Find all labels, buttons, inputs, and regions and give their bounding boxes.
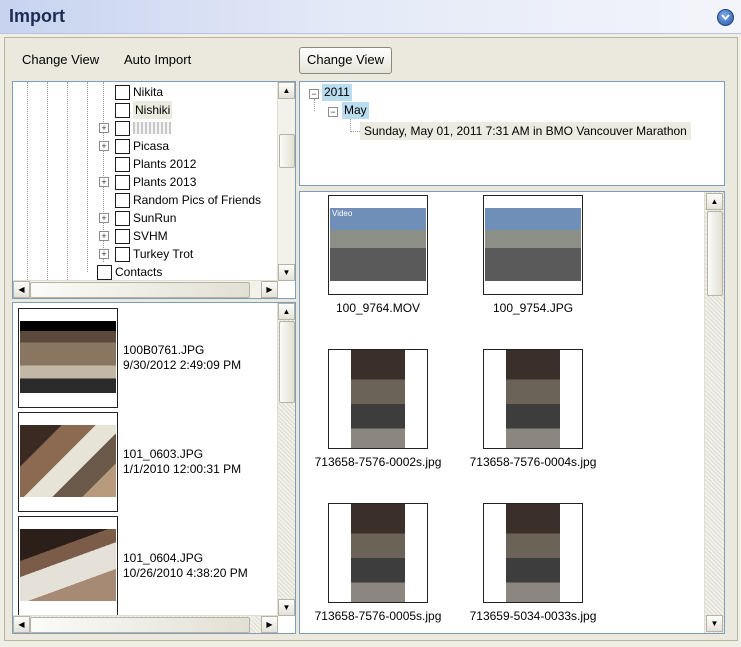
scroll-right-icon[interactable]: ▶ xyxy=(261,616,278,633)
folder-label: Turkey Trot xyxy=(133,247,194,261)
file-thumbnail[interactable] xyxy=(18,308,118,408)
change-view-button-right[interactable]: Change View xyxy=(299,47,392,74)
folder-checkbox[interactable] xyxy=(115,157,130,172)
auto-import-button[interactable]: Auto Import xyxy=(124,52,191,67)
folder-label: SVHM xyxy=(133,229,168,243)
expand-icon[interactable]: + xyxy=(99,141,109,151)
gallery-vscroll[interactable]: ▲ ▼ xyxy=(704,192,724,633)
window-title: Import xyxy=(9,6,65,26)
folder-checkbox[interactable] xyxy=(115,85,130,100)
file-thumbnail[interactable] xyxy=(18,516,118,616)
scroll-left-icon[interactable]: ◀ xyxy=(13,616,30,633)
folder-checkbox[interactable] xyxy=(115,229,130,244)
folder-label: Contacts xyxy=(115,265,163,279)
gallery-thumbnail[interactable] xyxy=(328,349,428,449)
folder-label: Nikita xyxy=(133,85,164,99)
gallery-thumbnail[interactable]: Video xyxy=(328,195,428,295)
file-name: 100B0761.JPG xyxy=(123,343,205,357)
date-tree-event[interactable]: Sunday, May 01, 2011 7:31 AM in BMO Vanc… xyxy=(360,122,691,140)
thumbnail-gallery: Video 100_9764.MOV 100_9754.JPG 713658-7576… xyxy=(299,191,725,634)
scroll-down-icon[interactable]: ▼ xyxy=(278,264,295,281)
expand-icon[interactable]: + xyxy=(99,249,109,259)
scroll-thumb[interactable] xyxy=(279,134,295,168)
file-date: 10/26/2010 4:38:20 PM xyxy=(123,566,248,580)
folder-checkbox[interactable] xyxy=(115,211,130,226)
gallery-thumbnail[interactable] xyxy=(328,503,428,603)
folder-checkbox[interactable] xyxy=(115,175,130,190)
folder-checkbox[interactable] xyxy=(115,103,130,118)
expand-icon[interactable]: + xyxy=(99,177,109,187)
folder-label: Picasa xyxy=(133,139,170,153)
scroll-down-icon[interactable]: ▼ xyxy=(706,615,723,632)
folder-tree-hscroll[interactable]: ◀ ▶ xyxy=(13,280,278,298)
file-thumbnail[interactable] xyxy=(18,412,118,512)
expand-icon[interactable]: + xyxy=(99,213,109,223)
blurred-label xyxy=(133,122,171,134)
gallery-caption: 713658-7576-0005s.jpg xyxy=(314,609,442,623)
collapse-icon[interactable]: − xyxy=(328,107,338,117)
scroll-thumb[interactable] xyxy=(30,617,250,633)
file-list-hscroll[interactable]: ◀ ▶ xyxy=(13,615,278,633)
folder-checkbox[interactable] xyxy=(115,139,130,154)
file-name: 101_0603.JPG xyxy=(123,447,204,461)
folder-checkbox[interactable] xyxy=(115,193,130,208)
date-tree-year[interactable]: 2011 xyxy=(322,84,352,101)
expand-icon[interactable]: + xyxy=(99,231,109,241)
scroll-thumb[interactable] xyxy=(707,211,723,296)
folder-label: Nishiki xyxy=(133,101,173,119)
gallery-thumbnail[interactable] xyxy=(483,349,583,449)
title-bar: Import xyxy=(0,0,741,34)
folder-tree: Nikita Nishiki + + Picasa Plants 2012 + Plants … xyxy=(12,81,296,299)
scroll-thumb[interactable] xyxy=(30,282,250,298)
scroll-left-icon[interactable]: ◀ xyxy=(13,281,30,298)
folder-label: Random Pics of Friends xyxy=(133,193,262,207)
folder-checkbox[interactable] xyxy=(115,247,130,262)
folder-label: Plants 2012 xyxy=(133,157,197,171)
scroll-down-icon[interactable]: ▼ xyxy=(278,599,295,616)
collapse-icon[interactable]: − xyxy=(309,89,319,99)
collapse-button[interactable] xyxy=(717,9,734,26)
folder-label: Plants 2013 xyxy=(133,175,197,189)
scroll-thumb[interactable] xyxy=(279,321,295,403)
folder-checkbox[interactable] xyxy=(97,265,112,280)
scroll-up-icon[interactable]: ▲ xyxy=(278,303,295,320)
video-badge: Video xyxy=(332,209,353,218)
file-list-vscroll[interactable]: ▲ ▼ xyxy=(277,303,295,616)
gallery-caption: 100_9764.MOV xyxy=(335,301,421,315)
file-date: 1/1/2010 12:00:31 PM xyxy=(123,462,242,476)
gallery-thumbnail[interactable] xyxy=(483,503,583,603)
date-tree-month[interactable]: May xyxy=(342,102,369,119)
file-list: 100B0761.JPG 9/30/2012 2:49:09 PM 101_0603… xyxy=(12,302,296,634)
scroll-right-icon[interactable]: ▶ xyxy=(261,281,278,298)
folder-label: SunRun xyxy=(133,211,177,225)
gallery-caption: 713659-5034-0033s.jpg xyxy=(469,609,597,623)
file-date: 9/30/2012 2:49:09 PM xyxy=(123,358,242,372)
gallery-caption: 100_9754.JPG xyxy=(492,301,574,315)
folder-checkbox[interactable] xyxy=(115,121,130,136)
gallery-caption: 713658-7576-0002s.jpg xyxy=(314,455,442,469)
scroll-up-icon[interactable]: ▲ xyxy=(278,82,295,99)
scroll-up-icon[interactable]: ▲ xyxy=(706,193,723,210)
file-name: 101_0604.JPG xyxy=(123,551,204,565)
change-view-button-left[interactable]: Change View xyxy=(22,52,99,67)
folder-tree-vscroll[interactable]: ▲ ▼ xyxy=(277,82,295,281)
gallery-caption: 713658-7576-0004s.jpg xyxy=(469,455,597,469)
expand-icon[interactable]: + xyxy=(99,123,109,133)
chevron-down-icon xyxy=(721,14,730,21)
date-tree: − 2011 − May Sunday, May 01, 2011 7:31 A… xyxy=(299,81,725,186)
gallery-thumbnail[interactable] xyxy=(483,195,583,295)
